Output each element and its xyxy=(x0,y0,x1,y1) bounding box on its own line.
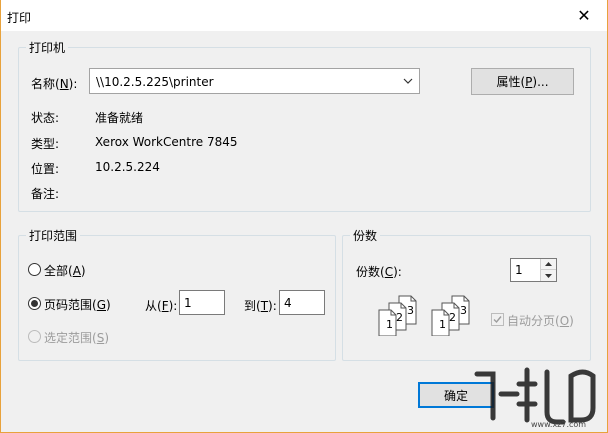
status-label: 状态: xyxy=(31,111,60,125)
collate-page-3b: 3 xyxy=(460,304,467,317)
from-page-input[interactable]: 1 xyxy=(179,290,225,315)
type-label: 类型: xyxy=(31,137,60,151)
printer-name-value: \\10.2.5.225\printer xyxy=(96,75,214,89)
status-value: 准备就绪 xyxy=(95,111,144,125)
title-bar: 打印 ✕ xyxy=(1,0,607,31)
to-label: 到(T): xyxy=(244,299,277,313)
range-selection-label: 选定范围(S) xyxy=(44,331,109,345)
chevron-up-icon xyxy=(545,262,552,266)
close-button[interactable]: ✕ xyxy=(561,0,607,31)
range-pages-label: 页码范围(G) xyxy=(44,298,111,312)
collate-page-1b: 1 xyxy=(439,318,446,331)
copies-label: 份数(C): xyxy=(356,265,402,279)
collate-page-2b: 2 xyxy=(449,311,456,324)
properties-button[interactable]: 属性(P)... xyxy=(471,68,574,95)
collate-page-1a: 1 xyxy=(386,318,393,331)
to-page-value: 4 xyxy=(284,296,292,310)
range-selection-option[interactable]: 选定范围(S) xyxy=(28,329,128,345)
collate-page-2a: 2 xyxy=(396,311,403,324)
copies-spinner[interactable]: 1 xyxy=(510,258,557,282)
print-dialog: 打印 ✕ 打印机 名称(N): \\10.2.5.225\printer 属性(… xyxy=(0,0,608,433)
chevron-down-icon xyxy=(545,273,552,278)
collate-option[interactable]: 自动分页(O) xyxy=(491,312,581,328)
printer-group-title: 打印机 xyxy=(26,39,69,56)
collate-checkbox[interactable] xyxy=(491,313,504,326)
close-icon: ✕ xyxy=(577,6,591,25)
to-page-input[interactable]: 4 xyxy=(279,290,325,315)
copies-increment-button[interactable] xyxy=(541,259,556,270)
copies-group-title: 份数 xyxy=(350,227,381,244)
range-all-radio[interactable] xyxy=(28,263,41,276)
copies-updown xyxy=(540,259,556,281)
print-range-group-title: 打印范围 xyxy=(26,227,81,244)
window-title: 打印 xyxy=(7,11,32,25)
where-value: 10.2.5.224 xyxy=(95,160,160,174)
copies-decrement-button[interactable] xyxy=(541,270,556,281)
from-label: 从(F): xyxy=(145,299,178,313)
collate-page-3a: 3 xyxy=(407,304,414,317)
checkmark-icon xyxy=(493,316,502,324)
range-all-label: 全部(A) xyxy=(44,264,86,278)
range-all-option[interactable]: 全部(A) xyxy=(28,262,108,278)
properties-button-label: 属性(P)... xyxy=(496,75,549,89)
comment-label: 备注: xyxy=(31,187,60,201)
printer-name-label: 名称(N): xyxy=(31,77,78,91)
watermark-url: www.xz7.com xyxy=(531,420,587,429)
printer-name-select[interactable]: \\10.2.5.225\printer xyxy=(89,68,420,94)
from-page-value: 1 xyxy=(184,296,192,310)
copies-value: 1 xyxy=(515,263,523,277)
range-pages-option[interactable]: 页码范围(G) xyxy=(28,296,128,312)
range-pages-radio[interactable] xyxy=(28,297,41,310)
ok-button-label: 确定 xyxy=(443,388,468,403)
where-label: 位置: xyxy=(31,162,60,176)
chevron-down-icon xyxy=(403,78,413,84)
type-value: Xerox WorkCentre 7845 xyxy=(95,135,238,149)
collate-label: 自动分页(O) xyxy=(507,314,574,328)
range-selection-radio[interactable] xyxy=(28,330,41,343)
